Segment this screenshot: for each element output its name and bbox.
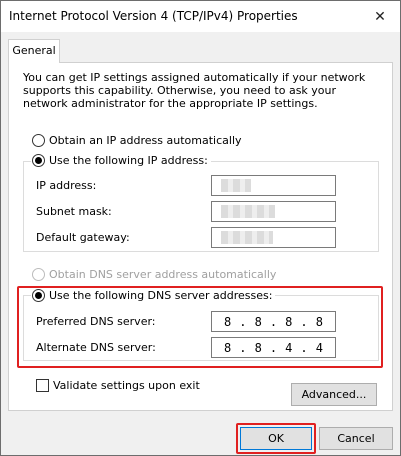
subnet-mask-field[interactable]	[211, 201, 336, 222]
title-bar: Internet Protocol Version 4 (TCP/IPv4) P…	[1, 1, 400, 32]
close-icon[interactable]: ✕	[366, 5, 394, 29]
obtain-ip-auto-radio[interactable]: Obtain an IP address automatically	[32, 134, 242, 147]
redacted-value	[221, 231, 273, 244]
obtain-dns-auto-radio[interactable]: Obtain DNS server address automatically	[32, 268, 276, 281]
validate-label: Validate settings upon exit	[53, 379, 200, 392]
radio-button[interactable]	[32, 154, 45, 167]
default-gateway-field[interactable]	[211, 227, 336, 248]
cancel-button[interactable]: Cancel	[319, 427, 393, 450]
advanced-button[interactable]: Advanced...	[291, 383, 377, 406]
redacted-value	[221, 205, 275, 218]
description-text: You can get IP settings assigned automat…	[23, 71, 366, 110]
tab-general[interactable]: General	[8, 39, 60, 63]
radio-button[interactable]	[32, 268, 45, 281]
default-gateway-label: Default gateway:	[36, 231, 130, 244]
subnet-mask-label: Subnet mask:	[36, 205, 112, 218]
general-panel: You can get IP settings assigned automat…	[8, 62, 393, 411]
window-title: Internet Protocol Version 4 (TCP/IPv4) P…	[9, 9, 298, 23]
redacted-value	[221, 179, 251, 192]
ip-address-field[interactable]	[211, 175, 336, 196]
use-following-ip-label: Use the following IP address:	[49, 154, 208, 167]
ok-highlight-box	[236, 423, 316, 454]
properties-dialog: Internet Protocol Version 4 (TCP/IPv4) P…	[0, 0, 401, 456]
validate-checkbox[interactable]	[36, 379, 49, 392]
dns-highlight-box	[17, 286, 383, 368]
obtain-ip-auto-label: Obtain an IP address automatically	[49, 134, 242, 147]
use-following-ip-radio[interactable]: Use the following IP address:	[31, 154, 211, 167]
obtain-dns-auto-label: Obtain DNS server address automatically	[49, 268, 277, 281]
ip-address-label: IP address:	[36, 179, 97, 192]
radio-button[interactable]	[32, 134, 45, 147]
